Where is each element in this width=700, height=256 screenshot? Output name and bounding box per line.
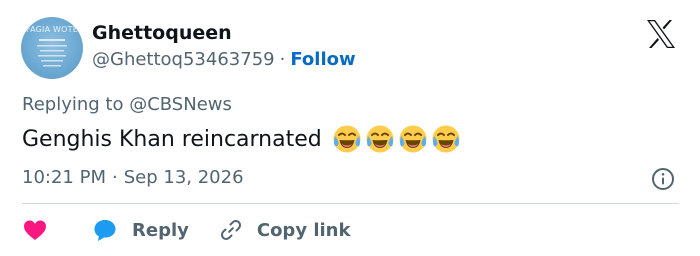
divider xyxy=(22,203,679,204)
timestamp[interactable]: 10:21 PM · Sep 13, 2026 xyxy=(22,167,244,188)
speech-bubble-icon xyxy=(94,220,116,241)
info-icon[interactable] xyxy=(651,167,675,191)
x-logo-icon[interactable] xyxy=(645,19,677,49)
laughing-emoji-icon xyxy=(333,125,361,153)
reply-label: Reply xyxy=(132,219,189,241)
display-name[interactable]: Ghettoqueen xyxy=(92,22,232,44)
replying-to: Replying to @CBSNews xyxy=(22,94,232,115)
laughing-emoji-icon xyxy=(432,125,460,153)
laughing-emoji-icon xyxy=(366,125,394,153)
tweet-date: Sep 13, 2026 xyxy=(123,167,244,188)
avatar-image-lines xyxy=(37,39,67,67)
user-handle[interactable]: @Ghettoq53463759 xyxy=(92,49,275,70)
separator-dot: · xyxy=(111,167,118,188)
handle-row: @Ghettoq53463759 · Follow xyxy=(92,49,356,70)
tweet-time: 10:21 PM xyxy=(22,167,106,188)
tweet-text: Genghis Khan reincarnated xyxy=(22,126,322,152)
separator-dot: · xyxy=(279,49,286,70)
tweet-body: Genghis Khan reincarnated xyxy=(22,124,461,154)
avatar[interactable]: FAGIA WOTE xyxy=(21,17,83,79)
emoji-group xyxy=(332,124,461,154)
link-icon xyxy=(220,220,241,240)
heart-icon xyxy=(24,220,46,240)
reply-button[interactable]: Reply xyxy=(92,217,189,243)
copy-link-button[interactable]: Copy link xyxy=(219,218,351,242)
action-bar: Reply Copy link xyxy=(22,214,350,246)
avatar-text: FAGIA WOTE xyxy=(26,25,78,34)
like-button[interactable] xyxy=(22,218,48,242)
tweet-card: FAGIA WOTE Ghettoqueen @Ghettoq53463759 ·… xyxy=(0,0,700,256)
copy-link-label: Copy link xyxy=(256,219,351,241)
laughing-emoji-icon xyxy=(399,125,427,153)
follow-button[interactable]: Follow xyxy=(290,49,355,70)
